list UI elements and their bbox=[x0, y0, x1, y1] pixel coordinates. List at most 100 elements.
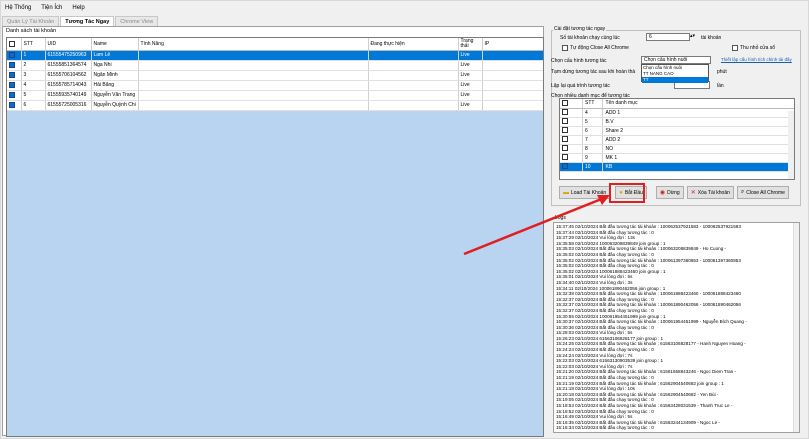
cell-checkbox[interactable] bbox=[560, 126, 584, 136]
column-header[interactable]: Name bbox=[91, 38, 139, 51]
config-link[interactable]: Thiết lập cấu hình tích chỉnh tài đây bbox=[721, 57, 792, 62]
close-chrome-button[interactable]: ⌕ Close All Chrome bbox=[736, 186, 789, 199]
tab-interact-now[interactable]: Tương Tác Ngay bbox=[60, 16, 115, 26]
column-header[interactable]: Trạng thái bbox=[458, 38, 483, 51]
category-checkbox[interactable] bbox=[562, 109, 568, 116]
tab-chrome-view[interactable]: Chrome View bbox=[115, 16, 159, 26]
menu-tien-ich[interactable]: Tiện Ích bbox=[41, 5, 62, 14]
cell-uid: 61555851364574 bbox=[45, 60, 92, 71]
category-scrollbar[interactable] bbox=[788, 111, 794, 179]
category-checkbox[interactable] bbox=[562, 145, 568, 152]
delete-account-button[interactable]: ✕ Xóa Tài khoản bbox=[686, 186, 734, 199]
table-row[interactable]: 4 61555785714043 Hải Băng Live bbox=[7, 80, 543, 91]
cell-stt: 6 bbox=[582, 126, 604, 136]
dropdown-option[interactable]: TT bbox=[642, 77, 708, 83]
column-header[interactable]: IP bbox=[482, 38, 543, 51]
cell-name: Ngân Minh bbox=[91, 70, 139, 81]
config-label: Chọn cấu hình tương tác bbox=[551, 58, 607, 64]
stop-icon: ◉ bbox=[659, 190, 666, 196]
cell-running bbox=[368, 100, 459, 111]
list-item[interactable]: 5 B.V bbox=[560, 117, 794, 127]
category-checkbox[interactable] bbox=[562, 127, 568, 134]
cell-checkbox[interactable] bbox=[7, 60, 22, 71]
menu-he-thong[interactable]: Hệ Thống bbox=[5, 5, 31, 14]
config-select[interactable]: Chọn cấu hình nuôi bbox=[641, 56, 711, 64]
list-item[interactable]: 10 KB bbox=[560, 162, 794, 172]
category-checkbox[interactable] bbox=[562, 163, 568, 170]
cell-checkbox[interactable] bbox=[560, 117, 584, 127]
cell-running bbox=[368, 60, 459, 71]
cell-category-name: ADD 1 bbox=[602, 108, 794, 118]
table-row[interactable]: 1 61555475250963 Lam Lê Live bbox=[7, 50, 543, 61]
cell-checkbox[interactable] bbox=[560, 135, 584, 145]
minimize-checkbox[interactable] bbox=[732, 45, 738, 51]
cell-name: Nguyễn Văn Trang bbox=[91, 90, 139, 101]
list-item[interactable]: 4 ADD 1 bbox=[560, 108, 794, 118]
concurrent-label: Số tài khoản chạy cùng lúc bbox=[560, 35, 620, 41]
cell-stt: 7 bbox=[582, 135, 604, 145]
cell-name: Lam Lê bbox=[91, 50, 139, 61]
list-item[interactable]: 8 NO bbox=[560, 144, 794, 154]
logs-scrollbar[interactable] bbox=[793, 223, 799, 432]
category-checkbox[interactable] bbox=[562, 136, 568, 143]
auto-close-checkbox[interactable] bbox=[562, 45, 568, 51]
column-header[interactable]: Đang thực hiện bbox=[368, 38, 459, 51]
concurrent-input[interactable]: 6 bbox=[646, 33, 690, 41]
load-accounts-button[interactable]: ▬ Load Tài Khoản bbox=[559, 186, 611, 199]
cell-checkbox[interactable] bbox=[560, 108, 584, 118]
cell-checkbox[interactable] bbox=[7, 50, 22, 61]
cell-stt: 2 bbox=[21, 60, 46, 71]
column-header[interactable]: Tên danh mục bbox=[602, 99, 794, 109]
table-row[interactable]: 3 61555706104562 Ngân Minh Live bbox=[7, 70, 543, 81]
column-header[interactable]: Tính Năng bbox=[138, 38, 369, 51]
pause-unit: phút bbox=[717, 69, 727, 75]
cell-uid: 61555706104562 bbox=[45, 70, 92, 81]
category-checkbox[interactable] bbox=[562, 154, 568, 161]
cell-checkbox[interactable] bbox=[7, 70, 22, 81]
cell-feature bbox=[138, 80, 369, 91]
cell-checkbox[interactable] bbox=[7, 100, 22, 111]
cell-stt: 4 bbox=[582, 108, 604, 118]
cell-status: Live bbox=[458, 70, 483, 81]
cell-checkbox[interactable] bbox=[560, 144, 584, 154]
auto-close-label: Tự động Close All Chrome bbox=[570, 45, 629, 51]
concurrent-spinner-icon[interactable]: ▴▾ bbox=[690, 33, 695, 39]
select-all-checkbox[interactable] bbox=[7, 38, 22, 51]
row-checkbox[interactable] bbox=[9, 91, 15, 98]
cell-status: Live bbox=[458, 90, 483, 101]
row-checkbox[interactable] bbox=[9, 101, 15, 108]
cell-stt: 5 bbox=[582, 117, 604, 127]
cell-checkbox[interactable] bbox=[560, 162, 584, 172]
category-checkbox[interactable] bbox=[562, 118, 568, 125]
tab-account-management[interactable]: Quản Lý Tài Khoản bbox=[2, 16, 60, 26]
config-dropdown: Chọn cấu hình nuôi TT NANG CAO TT bbox=[641, 64, 709, 83]
row-checkbox[interactable] bbox=[9, 71, 15, 78]
logs-box[interactable]: 15:37:45 02/10/2024 Bắt đầu tương tác tà… bbox=[553, 222, 800, 433]
cell-checkbox[interactable] bbox=[560, 153, 584, 163]
column-header[interactable]: STT bbox=[21, 38, 46, 51]
column-header[interactable]: STT bbox=[582, 99, 604, 109]
list-item[interactable]: 6 Share 2 bbox=[560, 126, 794, 136]
row-checkbox[interactable] bbox=[9, 81, 15, 88]
table-row[interactable]: 2 61555851364574 Nga Nhi Live bbox=[7, 60, 543, 71]
table-row[interactable]: 5 61555935740149 Nguyễn Văn Trang Live bbox=[7, 90, 543, 101]
accounts-panel-title: Danh sách tài khoản bbox=[6, 28, 57, 34]
stop-button[interactable]: ◉ Dừng bbox=[655, 186, 684, 199]
table-row[interactable]: 6 61555725005316 Nguyễn Quỳnh Chi Live bbox=[7, 100, 543, 111]
list-item[interactable]: 7 ADD 2 bbox=[560, 135, 794, 145]
pause-label: Tạm dừng tương tác sau khi hoàn thà bbox=[551, 69, 636, 75]
column-header[interactable]: UID bbox=[45, 38, 92, 51]
cell-checkbox[interactable] bbox=[7, 80, 22, 91]
accounts-header-row: STT UID Name Tính Năng Đang thực hiện Tr… bbox=[7, 38, 543, 51]
category-select-all[interactable] bbox=[560, 99, 584, 109]
category-header-row: STT Tên danh mục bbox=[560, 99, 794, 109]
row-checkbox[interactable] bbox=[9, 51, 15, 58]
cell-checkbox[interactable] bbox=[7, 90, 22, 101]
concurrent-unit: tài khoản bbox=[701, 35, 722, 41]
cell-feature bbox=[138, 100, 369, 111]
row-checkbox[interactable] bbox=[9, 61, 15, 68]
menu-help[interactable]: Help bbox=[72, 5, 84, 14]
tab-strip: Quản Lý Tài Khoản Tương Tác Ngay Chrome … bbox=[2, 16, 159, 26]
repeat-unit: lần bbox=[717, 83, 724, 89]
list-item[interactable]: 9 MK 1 bbox=[560, 153, 794, 163]
